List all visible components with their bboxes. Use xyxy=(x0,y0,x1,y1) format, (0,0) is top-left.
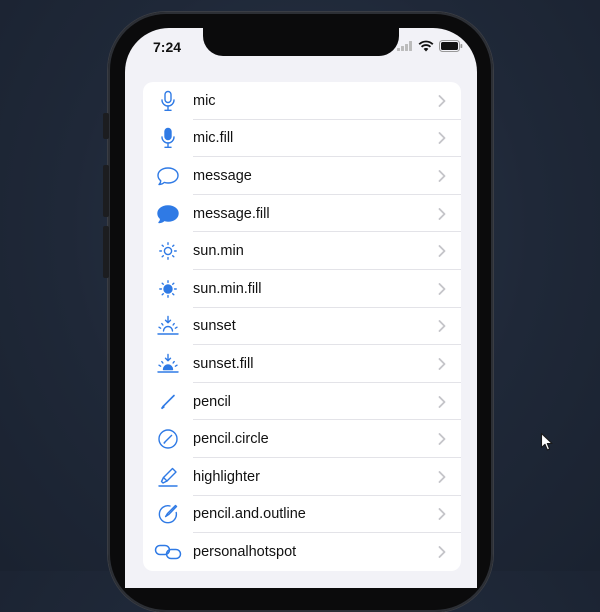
list-item-message-fill[interactable]: message.fill xyxy=(143,195,461,233)
list-item-label: mic xyxy=(193,92,216,109)
list-item-highlighter[interactable]: highlighter xyxy=(143,458,461,496)
chevron-right-icon xyxy=(431,94,453,107)
chevron-right-icon xyxy=(431,132,453,145)
notch xyxy=(203,28,399,56)
list-item-sunset[interactable]: sunset xyxy=(143,308,461,346)
chevron-right-icon xyxy=(431,245,453,258)
symbol-list: mic mic.fill message message.fill sun.mi… xyxy=(143,82,461,571)
chevron-right-icon xyxy=(431,320,453,333)
list-item-label: personalhotspot xyxy=(193,543,297,560)
mic-fill-icon xyxy=(143,127,193,149)
sunset-icon xyxy=(143,315,193,337)
pencil-icon xyxy=(143,392,193,412)
message-icon xyxy=(143,166,193,186)
list-item-label: sun.min.fill xyxy=(193,280,262,297)
list-item-label: message xyxy=(193,167,252,184)
list-item-label: sunset.fill xyxy=(193,355,254,372)
status-icons xyxy=(397,40,463,52)
list-item-label: mic.fill xyxy=(193,130,234,147)
list-item-label: highlighter xyxy=(193,468,260,485)
mouse-pointer-icon xyxy=(540,432,553,451)
list-item-label: sunset xyxy=(193,318,236,335)
chevron-right-icon xyxy=(431,395,453,408)
chevron-right-icon xyxy=(431,508,453,521)
list-item-pencil-circle[interactable]: pencil.circle xyxy=(143,420,461,458)
chevron-right-icon xyxy=(431,470,453,483)
personalhotspot-icon xyxy=(143,543,193,561)
wifi-icon xyxy=(418,40,434,52)
list-item-message[interactable]: message xyxy=(143,157,461,195)
mic-icon xyxy=(143,90,193,112)
highlighter-icon xyxy=(143,466,193,488)
message-fill-icon xyxy=(143,204,193,224)
status-time: 7:24 xyxy=(153,39,182,55)
chevron-right-icon xyxy=(431,546,453,558)
list-item-label: pencil.circle xyxy=(193,431,269,448)
side-button-silent xyxy=(103,113,109,139)
list-item-label: message.fill xyxy=(193,205,270,222)
list-item-sun-min-fill[interactable]: sun.min.fill xyxy=(143,270,461,308)
chevron-right-icon xyxy=(431,433,453,446)
pencil-circle-icon xyxy=(143,428,193,450)
sun-min-fill-icon xyxy=(143,279,193,299)
chevron-right-icon xyxy=(431,207,453,220)
list-item-personalhotspot[interactable]: personalhotspot xyxy=(143,533,461,571)
chevron-right-icon xyxy=(431,358,453,370)
sun-min-icon xyxy=(143,241,193,261)
list-item-label: sun.min xyxy=(193,243,244,260)
side-button-volume-down xyxy=(103,226,109,278)
list-item-sunset-fill[interactable]: sunset.fill xyxy=(143,345,461,383)
list-item-pencil-and-outline[interactable]: pencil.and.outline xyxy=(143,496,461,534)
battery-icon xyxy=(439,40,463,52)
phone-screen: 7:24 mic mic.fill message message.fill s… xyxy=(125,28,477,588)
list-item-sun-min[interactable]: sun.min xyxy=(143,232,461,270)
chevron-right-icon xyxy=(431,170,453,182)
side-button-volume-up xyxy=(103,165,109,217)
list-item-label: pencil.and.outline xyxy=(193,506,306,523)
list-item-pencil[interactable]: pencil xyxy=(143,383,461,421)
list-item-mic[interactable]: mic xyxy=(143,82,461,120)
sunset-fill-icon xyxy=(143,353,193,375)
list-item-mic-fill[interactable]: mic.fill xyxy=(143,120,461,158)
chevron-right-icon xyxy=(431,282,453,295)
pencil-and-outline-icon xyxy=(143,503,193,525)
cellular-signal-icon xyxy=(397,41,412,51)
list-item-label: pencil xyxy=(193,393,231,410)
